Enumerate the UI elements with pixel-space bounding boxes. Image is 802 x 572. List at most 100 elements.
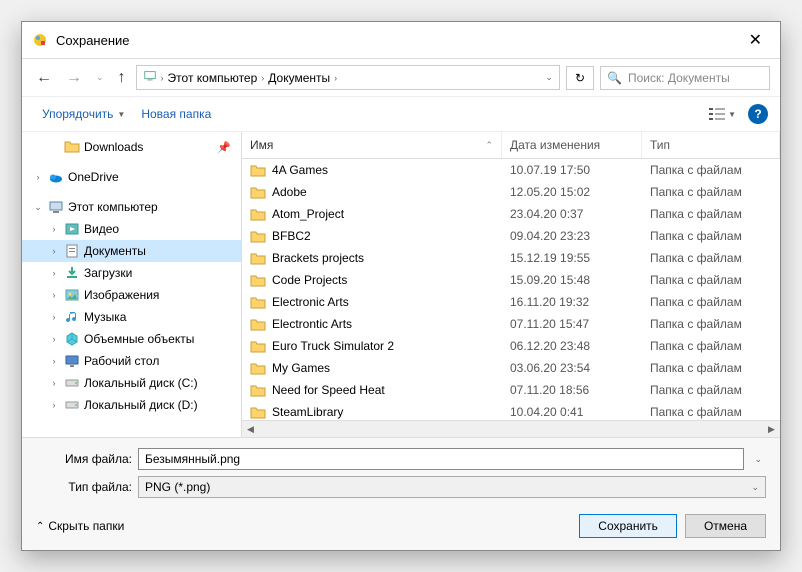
chevron-down-icon: ⌄	[751, 482, 759, 493]
scroll-right-button[interactable]: ▶	[763, 421, 780, 438]
save-button[interactable]: Сохранить	[579, 514, 677, 538]
file-row[interactable]: Code Projects15.09.20 15:48Папка с файла…	[242, 269, 780, 291]
pc-icon	[143, 69, 157, 86]
filetype-label: Тип файла:	[36, 480, 132, 494]
new-folder-button[interactable]: Новая папка	[133, 103, 219, 125]
file-row[interactable]: 4A Games10.07.19 17:50Папка с файлам	[242, 159, 780, 181]
file-row[interactable]: Electronic Arts16.11.20 19:32Папка с фай…	[242, 291, 780, 313]
tree-item[interactable]: › Локальный диск (D:)	[22, 394, 241, 416]
expand-icon[interactable]: ›	[48, 290, 60, 300]
folder-tree[interactable]: Downloads 📌 ›OneDrive ⌄Этот компьютер › Видео…	[22, 132, 242, 437]
organize-menu[interactable]: Упорядочить ▼	[34, 103, 133, 125]
folder-icon	[250, 185, 266, 199]
recent-dropdown[interactable]: ⌄	[92, 69, 108, 86]
file-row[interactable]: Adobe12.05.20 15:02Папка с файлам	[242, 181, 780, 203]
expand-icon[interactable]: ›	[48, 378, 60, 388]
file-row[interactable]: Need for Speed Heat07.11.20 18:56Папка с…	[242, 379, 780, 401]
file-row[interactable]: My Games03.06.20 23:54Папка с файлам	[242, 357, 780, 379]
file-name: My Games	[272, 361, 330, 375]
tree-item[interactable]: › Объемные объекты	[22, 328, 241, 350]
breadcrumb-segment[interactable]: Этот компьютер	[168, 71, 258, 85]
expand-icon[interactable]: ›	[48, 400, 60, 410]
forward-button[interactable]: →	[62, 66, 86, 90]
navbar: ← → ⌄ ↑ › Этот компьютер › Документы › ⌄…	[22, 59, 780, 97]
file-name: 4A Games	[272, 163, 328, 177]
tree-item-label: Музыка	[84, 310, 126, 324]
titlebar: Сохранение ✕	[22, 22, 780, 59]
chevron-down-icon[interactable]: ⌄	[545, 72, 553, 83]
file-row[interactable]: SteamLibrary10.04.20 0:41Папка с файлам	[242, 401, 780, 420]
address-bar[interactable]: › Этот компьютер › Документы › ⌄	[136, 65, 560, 90]
filename-input[interactable]	[138, 448, 744, 470]
close-button[interactable]: ✕	[741, 28, 770, 52]
onedrive-icon	[48, 169, 64, 185]
file-date: 10.07.19 17:50	[502, 161, 642, 179]
save-dialog: Сохранение ✕ ← → ⌄ ↑ › Этот компьютер › …	[21, 21, 781, 551]
tree-item-label: Локальный диск (C:)	[84, 376, 198, 390]
file-name: Need for Speed Heat	[272, 383, 385, 397]
file-row[interactable]: Euro Truck Simulator 206.12.20 23:48Папк…	[242, 335, 780, 357]
cancel-button[interactable]: Отмена	[685, 514, 766, 538]
video-icon	[64, 221, 80, 237]
tree-item-label: Объемные объекты	[84, 332, 194, 346]
column-date[interactable]: Дата изменения	[502, 132, 642, 158]
file-row[interactable]: BFBC209.04.20 23:23Папка с файлам	[242, 225, 780, 247]
file-list: Имя⌃ Дата изменения Тип 4A Games 10.07.19…	[242, 132, 780, 437]
file-name: Electronic Arts	[272, 295, 349, 309]
tree-item-label: Downloads	[84, 140, 143, 154]
file-type: Папка с файлам	[642, 183, 780, 201]
expand-icon[interactable]: ›	[48, 356, 60, 366]
expand-icon[interactable]: ›	[48, 246, 60, 256]
expand-icon[interactable]: ›	[48, 268, 60, 278]
column-type[interactable]: Тип	[642, 132, 780, 158]
back-button[interactable]: ←	[32, 66, 56, 90]
app-icon	[32, 32, 48, 48]
file-type: Папка с файлам	[642, 293, 780, 311]
file-type: Папка с файлам	[642, 359, 780, 377]
tree-item-label: Видео	[84, 222, 119, 236]
filename-label: Имя файла:	[36, 452, 132, 466]
file-list-body[interactable]: 4A Games10.07.19 17:50Папка с файламAdob…	[242, 159, 780, 420]
filetype-select[interactable]: PNG (*.png) ⌄	[138, 476, 766, 498]
tree-item[interactable]: Downloads 📌	[22, 136, 241, 158]
file-row[interactable]: Brackets projects15.12.19 19:55Папка с ф…	[242, 247, 780, 269]
column-name[interactable]: Имя⌃	[242, 132, 502, 158]
folder-icon	[250, 317, 266, 331]
breadcrumb-segment[interactable]: Документы	[268, 71, 330, 85]
tree-item[interactable]: ⌄Этот компьютер	[22, 196, 241, 218]
tree-item[interactable]: › Музыка	[22, 306, 241, 328]
expand-icon[interactable]: ›	[32, 172, 44, 182]
help-button[interactable]: ?	[748, 104, 768, 124]
expand-icon[interactable]: ›	[48, 312, 60, 322]
file-date: 07.11.20 15:47	[502, 315, 642, 333]
expand-icon[interactable]: ›	[48, 334, 60, 344]
tree-item[interactable]: › Локальный диск (C:)	[22, 372, 241, 394]
horizontal-scrollbar[interactable]: ◀ ▶	[242, 420, 780, 437]
scroll-left-button[interactable]: ◀	[242, 421, 259, 438]
file-row[interactable]: Atom_Project23.04.20 0:37Папка с файлам	[242, 203, 780, 225]
pin-icon: 📌	[217, 141, 235, 154]
file-name: Atom_Project	[272, 207, 344, 221]
up-button[interactable]: ↑	[114, 66, 130, 90]
file-row[interactable]: Electrontic Arts07.11.20 15:47Папка с фа…	[242, 313, 780, 335]
view-options-button[interactable]: ▼	[705, 104, 740, 124]
tree-item[interactable]: ›Загрузки	[22, 262, 241, 284]
search-input[interactable]: 🔍 Поиск: Документы	[600, 66, 770, 90]
file-name: Code Projects	[272, 273, 347, 287]
file-type: Папка с файлам	[642, 403, 780, 420]
refresh-button[interactable]: ↻	[566, 66, 594, 90]
expand-icon[interactable]: ›	[48, 224, 60, 234]
folder-icon	[250, 229, 266, 243]
chevron-right-icon: ›	[261, 73, 264, 83]
tree-item-label: Локальный диск (D:)	[84, 398, 198, 412]
tree-item[interactable]: ›Изображения	[22, 284, 241, 306]
expand-icon[interactable]: ⌄	[32, 202, 44, 213]
file-name: Adobe	[272, 185, 307, 199]
hide-folders-toggle[interactable]: ⌃ Скрыть папки	[36, 519, 124, 533]
tree-item[interactable]: › Видео	[22, 218, 241, 240]
tree-item[interactable]: ›OneDrive	[22, 166, 241, 188]
chevron-down-icon[interactable]: ⌄	[750, 454, 766, 465]
tree-item[interactable]: ›Документы	[22, 240, 241, 262]
tree-item[interactable]: ›Рабочий стол	[22, 350, 241, 372]
3d-icon	[64, 331, 80, 347]
